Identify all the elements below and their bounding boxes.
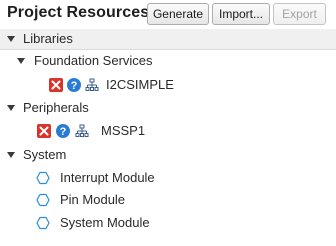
tree-label-libraries: Libraries — [23, 31, 73, 46]
tree-label-peripherals: Peripherals — [23, 100, 89, 115]
tree-label-mssp1: MSSP1 — [101, 123, 146, 138]
remove-icon[interactable] — [49, 78, 63, 92]
tree-label-system: System — [23, 147, 67, 162]
hexagon-icon — [36, 193, 50, 207]
tree-label-foundation-services: Foundation Services — [34, 53, 153, 68]
hexagon-icon — [36, 171, 50, 185]
tree-label-interrupt-module: Interrupt Module — [60, 170, 155, 185]
svg-text:?: ? — [71, 80, 78, 92]
help-icon[interactable]: ? — [67, 78, 81, 92]
generate-button[interactable]: Generate — [147, 3, 209, 25]
tree-row-peripherals[interactable]: Peripherals — [0, 98, 336, 118]
tree-row-libraries[interactable]: Libraries — [0, 29, 336, 50]
tree-row-pin-module[interactable]: Pin Module — [0, 190, 336, 210]
tree-row-mssp1[interactable]: ? MSSP1 — [0, 121, 336, 141]
import-button[interactable]: Import... — [212, 3, 270, 25]
hierarchy-icon — [85, 78, 99, 92]
collapse-triangle-icon[interactable] — [7, 152, 15, 158]
panel-title: Project Resources — [7, 4, 150, 21]
tree-row-interrupt-module[interactable]: Interrupt Module — [0, 168, 336, 188]
hexagon-icon — [36, 216, 50, 230]
remove-icon[interactable] — [37, 124, 51, 138]
help-icon[interactable]: ? — [56, 124, 70, 138]
collapse-triangle-icon[interactable] — [7, 36, 15, 42]
collapse-triangle-icon[interactable] — [17, 58, 25, 64]
tree-label-i2csimple: I2CSIMPLE — [106, 77, 174, 92]
tree-label-system-module: System Module — [60, 215, 150, 230]
export-button[interactable]: Export — [273, 3, 326, 25]
svg-text:?: ? — [60, 126, 67, 138]
tree-label-pin-module: Pin Module — [60, 192, 126, 207]
tree-row-system[interactable]: System — [0, 145, 336, 165]
panel-header: Project Resources Generate Import... Exp… — [0, 0, 336, 29]
tree-row-system-module[interactable]: System Module — [0, 213, 336, 233]
collapse-triangle-icon[interactable] — [7, 105, 15, 111]
tree-row-i2csimple[interactable]: ? I2CSIMPLE — [0, 75, 336, 95]
hierarchy-icon — [75, 124, 89, 138]
tree-row-foundation-services[interactable]: Foundation Services — [0, 51, 336, 71]
